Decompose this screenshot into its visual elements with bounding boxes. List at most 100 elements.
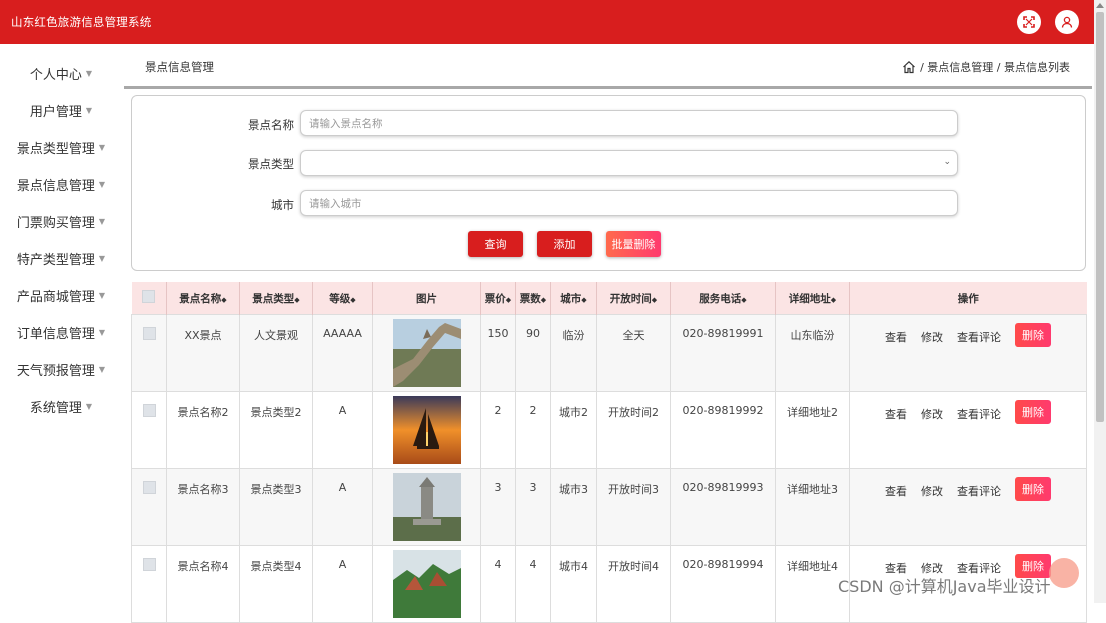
column-header-open-time[interactable]: 开放时间◆ bbox=[596, 282, 671, 315]
sidebar-item-label: 天气预报管理 bbox=[16, 363, 95, 379]
column-header-level[interactable]: 等级◆ bbox=[312, 282, 373, 315]
cell-name: XX景点 bbox=[166, 314, 240, 392]
type-select[interactable]: ⌄ bbox=[300, 150, 958, 176]
cell-type: 人文景观 bbox=[239, 314, 313, 392]
search-form: 景点名称 请输入景点名称 景点类型 ⌄ 城市 请输入城市 查询 添加 批量删除 bbox=[131, 95, 1086, 271]
name-label: 景点名称 bbox=[248, 118, 294, 132]
cell-phone: 020-89819993 bbox=[670, 468, 776, 546]
breadcrumb-path[interactable]: / 景点信息管理 / 景点信息列表 bbox=[920, 59, 1070, 75]
mountain-cliff-photo[interactable] bbox=[392, 550, 461, 618]
sidebar-item-order-info[interactable]: 订单信息管理 ▼ bbox=[0, 314, 122, 350]
sidebar-item-personal-center[interactable]: 个人中心 ▼ bbox=[0, 55, 122, 91]
sailboat-sunset-photo[interactable] bbox=[392, 396, 461, 464]
caret-down-icon: ▼ bbox=[85, 105, 93, 115]
column-header-type[interactable]: 景点类型◆ bbox=[239, 282, 313, 315]
cell-tickets: 4 bbox=[515, 545, 551, 623]
view-comments-button[interactable]: 查看评论 bbox=[957, 406, 1001, 422]
view-button[interactable]: 查看 bbox=[885, 329, 907, 345]
cell-open-time: 开放时间3 bbox=[596, 468, 671, 546]
column-header-price[interactable]: 票价◆ bbox=[480, 282, 516, 315]
query-button[interactable]: 查询 bbox=[468, 231, 523, 257]
delete-button[interactable]: 删除 bbox=[1015, 400, 1051, 424]
cell-phone: 020-89819992 bbox=[670, 391, 776, 469]
scrollbar-thumb[interactable] bbox=[1096, 12, 1104, 422]
column-header-ops: 操作 bbox=[849, 282, 1087, 315]
view-button[interactable]: 查看 bbox=[885, 483, 907, 499]
sort-icon: ◆ bbox=[350, 295, 356, 304]
cell-image bbox=[372, 314, 481, 392]
row-checkbox[interactable] bbox=[131, 468, 167, 546]
view-comments-button[interactable]: 查看评论 bbox=[957, 329, 1001, 345]
sidebar-item-label: 景点类型管理 bbox=[16, 141, 95, 157]
cell-phone: 020-89819991 bbox=[670, 314, 776, 392]
cell-name: 景点名称2 bbox=[166, 391, 240, 469]
caret-down-icon: ▼ bbox=[98, 327, 106, 337]
sidebar-item-ticket-purchase[interactable]: 门票购买管理 ▼ bbox=[0, 203, 122, 239]
cell-address: 详细地址2 bbox=[775, 391, 850, 469]
column-header-tickets[interactable]: 票数◆ bbox=[515, 282, 551, 315]
row-checkbox[interactable] bbox=[131, 545, 167, 623]
row-checkbox[interactable] bbox=[131, 391, 167, 469]
sidebar-item-label: 个人中心 bbox=[29, 67, 82, 83]
home-icon[interactable] bbox=[902, 60, 916, 74]
cell-price: 150 bbox=[480, 314, 516, 392]
sort-icon: ◆ bbox=[651, 295, 658, 304]
page-title: 景点信息管理 bbox=[145, 60, 214, 74]
view-comments-button[interactable]: 查看评论 bbox=[957, 483, 1001, 499]
sidebar-item-specialty-type[interactable]: 特产类型管理 ▼ bbox=[0, 240, 122, 276]
column-header-address[interactable]: 详细地址◆ bbox=[775, 282, 850, 315]
page-scrollbar[interactable] bbox=[1094, 0, 1106, 603]
monument-tower-photo[interactable] bbox=[392, 473, 461, 541]
table-header-row: 景点名称◆ 景点类型◆ 等级◆ 图片 票价◆ 票数◆ 城市◆ 开放时间◆ 服务电… bbox=[131, 282, 1087, 315]
user-icon[interactable] bbox=[1055, 10, 1079, 34]
name-search-input[interactable]: 请输入景点名称 bbox=[300, 110, 958, 136]
delete-button[interactable]: 删除 bbox=[1015, 323, 1051, 347]
edit-button[interactable]: 修改 bbox=[921, 483, 943, 499]
row-checkbox[interactable] bbox=[131, 314, 167, 392]
column-header-city[interactable]: 城市◆ bbox=[550, 282, 597, 315]
sort-icon: ◆ bbox=[540, 295, 547, 304]
cell-tickets: 3 bbox=[515, 468, 551, 546]
column-header-phone[interactable]: 服务电话◆ bbox=[670, 282, 776, 315]
sidebar-item-product-mall[interactable]: 产品商城管理 ▼ bbox=[0, 277, 122, 313]
chevron-down-icon: ⌄ bbox=[943, 157, 951, 167]
sidebar-item-weather[interactable]: 天气预报管理 ▼ bbox=[0, 351, 122, 387]
sidebar-item-attraction-type[interactable]: 景点类型管理 ▼ bbox=[0, 129, 122, 165]
breadcrumb: / 景点信息管理 / 景点信息列表 bbox=[902, 59, 1070, 75]
cell-image bbox=[372, 545, 481, 623]
sidebar-item-label: 系统管理 bbox=[29, 400, 82, 416]
edit-button[interactable]: 修改 bbox=[921, 406, 943, 422]
cell-address: 山东临汾 bbox=[775, 314, 850, 392]
column-header-name[interactable]: 景点名称◆ bbox=[166, 282, 240, 315]
content-header: 景点信息管理 / 景点信息管理 / 景点信息列表 bbox=[124, 48, 1092, 89]
cell-open-time: 开放时间2 bbox=[596, 391, 671, 469]
view-button[interactable]: 查看 bbox=[885, 406, 907, 422]
watermark: CSDN @计算机Java毕业设计 bbox=[838, 577, 1051, 596]
great-wall-photo[interactable] bbox=[392, 319, 461, 387]
fullscreen-icon[interactable] bbox=[1017, 10, 1041, 34]
cell-type: 景点类型2 bbox=[239, 391, 313, 469]
cell-name: 景点名称3 bbox=[166, 468, 240, 546]
delete-button[interactable]: 删除 bbox=[1015, 477, 1051, 501]
add-button[interactable]: 添加 bbox=[537, 231, 592, 257]
cell-price: 3 bbox=[480, 468, 516, 546]
sidebar-item-attraction-info[interactable]: 景点信息管理 ▼ bbox=[0, 166, 122, 202]
back-to-top-button[interactable] bbox=[1049, 558, 1079, 588]
table-row: 景点名称2 景点类型2 A 2 2 城市2 开放时间2 020-89819992… bbox=[131, 391, 1087, 469]
cell-phone: 020-89819994 bbox=[670, 545, 776, 623]
caret-down-icon: ▼ bbox=[98, 216, 106, 226]
cell-city: 城市4 bbox=[550, 545, 597, 623]
cell-image bbox=[372, 468, 481, 546]
type-label: 景点类型 bbox=[248, 157, 294, 171]
edit-button[interactable]: 修改 bbox=[921, 329, 943, 345]
sidebar-item-system[interactable]: 系统管理 ▼ bbox=[0, 388, 122, 424]
city-input-placeholder: 请输入城市 bbox=[309, 197, 362, 210]
scroll-up-arrow-icon[interactable] bbox=[1096, 2, 1104, 8]
city-label: 城市 bbox=[271, 198, 294, 212]
sidebar-item-user-management[interactable]: 用户管理 ▼ bbox=[0, 92, 122, 128]
cell-name: 景点名称4 bbox=[166, 545, 240, 623]
sort-icon: ◆ bbox=[830, 295, 837, 304]
select-all-checkbox[interactable] bbox=[131, 282, 167, 315]
city-search-input[interactable]: 请输入城市 bbox=[300, 190, 958, 216]
batch-delete-button[interactable]: 批量删除 bbox=[606, 231, 661, 257]
